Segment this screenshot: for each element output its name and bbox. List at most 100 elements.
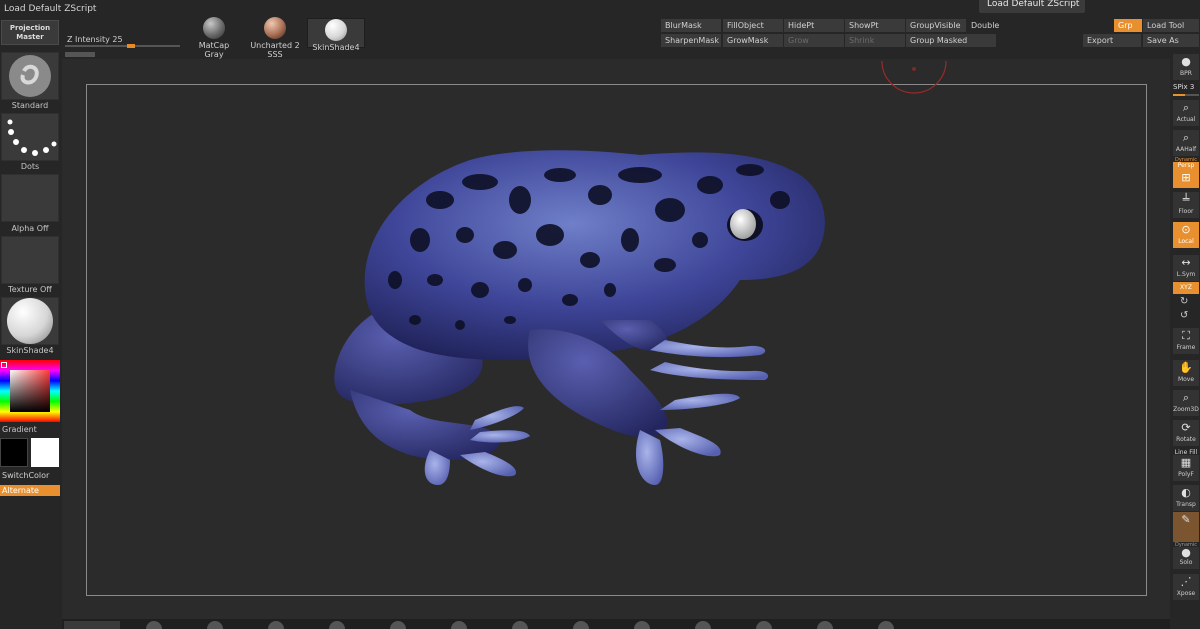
xyz-button[interactable]: XYZ [1173,282,1199,294]
magnifier-icon: ⌕ [1182,131,1190,144]
polyf-button[interactable]: ▦ PolyF [1173,455,1199,481]
main-color-swatch[interactable] [0,438,28,467]
material-uncharted-sss[interactable]: Uncharted 2 SSS [243,17,307,59]
zoom-icon: ⌕ [1182,391,1190,404]
floor-icon: ╧ [1182,193,1190,206]
solo-button[interactable]: ● Solo [1173,547,1199,569]
grp-button[interactable]: Grp [1114,19,1142,32]
hidept-button[interactable]: HidePt [784,19,844,32]
group-masked-button[interactable]: Group Masked [906,34,996,47]
persp-grid-icon: ⊞ [1181,171,1191,184]
bottom-brush-slot[interactable] [634,621,650,629]
frame-button[interactable]: ⛶ Frame [1173,328,1199,354]
symmetry-arrows-icon: ↔ [1181,256,1191,269]
material-ball-icon [264,17,286,39]
projection-master-button[interactable]: Projection Master [1,20,59,45]
export-button[interactable]: Export [1083,34,1141,47]
alpha-label: Alpha Off [11,224,49,233]
xpose-button[interactable]: ⋰ Xpose [1173,574,1199,600]
rotate-button[interactable]: ⟳ Rotate [1173,420,1199,446]
z-intensity-label[interactable]: Z Intensity 25 [67,35,123,44]
groupvisible-button[interactable]: GroupVisible [906,19,966,32]
rotate-icon: ⟳ [1181,421,1191,434]
bottom-brush-slot[interactable] [207,621,223,629]
secondary-color-swatch[interactable] [31,438,59,467]
spix-fill [1173,94,1185,96]
bottom-brush-slot[interactable] [268,621,284,629]
blurmask-button[interactable]: BlurMask [661,19,721,32]
magnifier-icon: ⌕ [1182,101,1190,114]
tooltip: Load Default ZScript [979,0,1085,13]
shrink-button[interactable]: Shrink [845,34,905,47]
frame-icon: ⛶ [1182,329,1190,342]
spix-slider[interactable] [1173,94,1199,96]
z-intensity-knob[interactable] [127,44,135,48]
xpose-icon: ⋰ [1180,575,1192,588]
frog-eye [727,209,763,241]
floor-button[interactable]: ╧ Floor [1173,192,1199,218]
lsym-button[interactable]: ↔ L.Sym [1173,255,1199,281]
zoom3d-button[interactable]: ⌕ Zoom3D [1173,390,1199,416]
save-as-button[interactable]: Save As [1143,34,1199,47]
material-label: SkinShade4 [6,346,54,355]
move-button[interactable]: ✋ Move [1173,360,1199,386]
bpr-button[interactable]: ● BPR [1173,54,1199,80]
material-skinshade4[interactable]: SkinShade4 [307,18,365,52]
dots-stroke-icon [7,119,57,156]
alternate-button[interactable]: Alternate [0,485,60,496]
color-picker-square[interactable] [10,370,50,412]
bottom-brush-slot[interactable] [390,621,406,629]
bpr-sphere-icon: ● [1181,55,1191,68]
bottom-brush-slot[interactable] [817,621,833,629]
texture-selector[interactable] [1,236,59,284]
material-label: SkinShade4 [312,43,360,52]
stroke-selector[interactable] [1,113,59,161]
bottom-brush-slot[interactable] [451,621,467,629]
transp-icon: ◐ [1181,486,1191,499]
alpha-selector[interactable] [1,174,59,222]
showpt-button[interactable]: ShowPt [845,19,905,32]
z-intensity-slider[interactable] [65,44,180,48]
switch-color-button[interactable]: SwitchColor [0,470,60,481]
brush-selector[interactable] [1,52,59,100]
bottom-brush-slot[interactable] [878,621,894,629]
transp-button[interactable]: ◐ Transp [1173,485,1199,511]
texture-label: Texture Off [8,285,52,294]
bottom-shelf [62,619,1170,629]
local-button[interactable]: ⊙ Local [1173,222,1199,248]
aahalf-button[interactable]: ⌕ AAHalf [1173,130,1199,156]
double-button[interactable]: Double [967,19,1025,32]
growmask-button[interactable]: GrowMask [723,34,783,47]
bottom-brush-slot[interactable] [329,621,345,629]
gradient-label[interactable]: Gradient [0,425,60,434]
color-picker-marker[interactable] [1,362,7,368]
fillobject-button[interactable]: FillObject [723,19,783,32]
right-shelf: ● BPR SPix 3 ⌕ Actual ⌕ AAHalf Dynamic Pers… [1170,50,1200,629]
bottom-brush-slot[interactable] [64,621,120,629]
material-selector[interactable] [1,297,59,345]
frog-model[interactable] [320,140,840,530]
bottom-brush-slot[interactable] [573,621,589,629]
standard-brush-icon [9,55,51,97]
stroke-label: Dots [20,162,40,171]
actual-button[interactable]: ⌕ Actual [1173,100,1199,126]
bottom-brush-slot[interactable] [695,621,711,629]
color-picker[interactable] [0,360,60,422]
material-matcap-gray[interactable]: MatCap Gray [188,17,240,59]
material-ball-icon [203,17,225,39]
rotate-axis-alt-icon[interactable]: ↺ [1180,310,1188,321]
rotate-axis-icon[interactable]: ↻ [1180,296,1188,307]
bottom-brush-slot[interactable] [146,621,162,629]
z-intensity-value: 25 [112,35,123,44]
brush-icon: ✎ [1181,513,1191,526]
material-label: Uncharted 2 SSS [250,41,300,59]
bottom-brush-slot[interactable] [756,621,772,629]
load-tool-button[interactable]: Load Tool [1143,19,1199,32]
sharpenmask-button[interactable]: SharpenMask [661,34,721,47]
ghost-button[interactable]: ✎ [1173,512,1199,542]
z-intensity-text: Z Intensity [67,35,110,44]
canvas-scroll-handle[interactable] [65,52,95,57]
bottom-brush-slot[interactable] [512,621,528,629]
grow-button[interactable]: Grow [784,34,844,47]
persp-button[interactable]: Persp ⊞ [1173,162,1199,188]
